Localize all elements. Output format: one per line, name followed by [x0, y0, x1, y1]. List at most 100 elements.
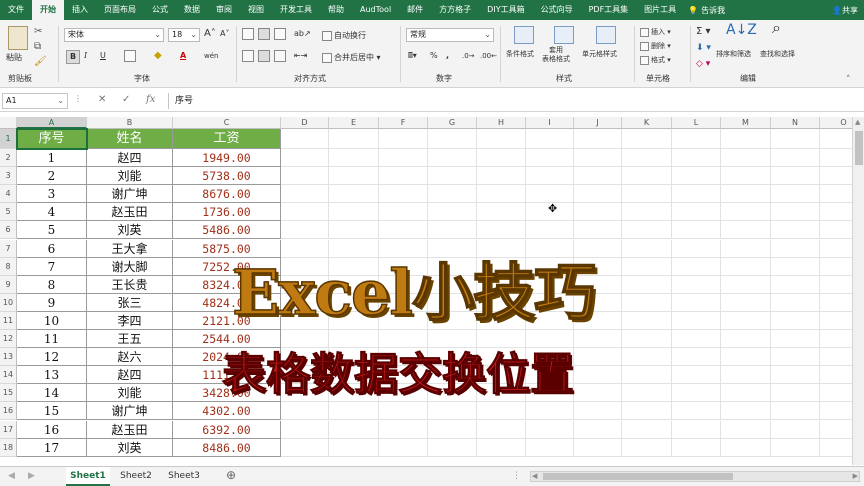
index-cell[interactable]: 12	[17, 348, 87, 367]
table-format-icon[interactable]	[554, 26, 574, 44]
grid-cell[interactable]	[771, 330, 820, 349]
menu-tab-8[interactable]: 开发工具	[272, 0, 320, 20]
grid-cell[interactable]	[622, 311, 672, 330]
grid-cell[interactable]	[428, 221, 477, 240]
grid-cell[interactable]	[428, 402, 477, 421]
column-header[interactable]: C	[173, 117, 281, 129]
column-header[interactable]: G	[428, 117, 477, 129]
font-name-select[interactable]: 宋体 ⌄	[64, 28, 164, 42]
salary-cell[interactable]: 8676.00	[173, 185, 281, 204]
grid-cell[interactable]	[721, 167, 771, 186]
grid-cell[interactable]	[622, 438, 672, 457]
row-header[interactable]: 6	[0, 221, 17, 240]
bold-button[interactable]: B	[66, 50, 81, 64]
grid-cell[interactable]	[379, 203, 428, 222]
grid-cell[interactable]	[820, 203, 852, 222]
grid-cell[interactable]	[721, 149, 771, 168]
name-cell[interactable]: 谢广坤	[87, 185, 173, 204]
grid-cell[interactable]	[672, 402, 721, 421]
cut-icon[interactable]: ✂	[34, 26, 42, 38]
grid-cell[interactable]	[721, 330, 771, 349]
grid-cell[interactable]	[428, 438, 477, 457]
grid-cell[interactable]	[672, 366, 721, 385]
grid-cell[interactable]	[771, 257, 820, 276]
grid-cell[interactable]	[574, 438, 622, 457]
split-handle-icon[interactable]: ⋮	[512, 471, 521, 481]
column-header[interactable]: E	[329, 117, 379, 129]
text-orientation-icon[interactable]: ab↗	[294, 28, 311, 40]
grid-cell[interactable]	[820, 129, 852, 149]
grid-cell[interactable]	[622, 293, 672, 312]
menu-tab-4[interactable]: 公式	[144, 0, 176, 20]
menu-tab-14[interactable]: 公式向导	[533, 0, 581, 20]
grid-cell[interactable]	[526, 438, 574, 457]
grid-cell[interactable]	[672, 257, 721, 276]
scroll-up-icon[interactable]: ▲	[855, 118, 860, 126]
grid-cell[interactable]	[622, 275, 672, 294]
grid-cell[interactable]	[721, 257, 771, 276]
grid-cell[interactable]	[477, 129, 526, 149]
grid-cell[interactable]	[574, 185, 622, 204]
index-cell[interactable]: 15	[17, 402, 87, 421]
font-grow-button[interactable]: A˄	[204, 28, 216, 40]
row-header[interactable]: 7	[0, 239, 17, 258]
name-box[interactable]: A1 ⌄	[2, 93, 68, 109]
grid-cell[interactable]	[379, 420, 428, 439]
menu-tab-5[interactable]: 数据	[176, 0, 208, 20]
grid-cell[interactable]	[281, 129, 329, 149]
grid-cell[interactable]	[771, 420, 820, 439]
grid-cell[interactable]	[281, 438, 329, 457]
horizontal-scroll-thumb[interactable]	[543, 473, 733, 480]
font-shrink-button[interactable]: A˅	[220, 28, 229, 40]
grid-cell[interactable]	[721, 221, 771, 240]
underline-button[interactable]: U	[100, 50, 106, 62]
grid-cell[interactable]	[771, 384, 820, 403]
grid-cell[interactable]	[820, 149, 852, 168]
insert-cells-button[interactable]: 插入 ▾	[640, 26, 671, 38]
index-cell[interactable]: 2	[17, 167, 87, 186]
grid-cell[interactable]	[672, 239, 721, 258]
grid-cell[interactable]	[672, 330, 721, 349]
grid-cell[interactable]	[771, 149, 820, 168]
find-select-icon[interactable]: ⌕	[772, 20, 781, 36]
delete-cells-button[interactable]: 删除 ▾	[640, 40, 671, 52]
salary-cell[interactable]: 4302.00	[173, 402, 281, 421]
select-all-corner[interactable]	[0, 117, 17, 129]
column-header[interactable]: M	[721, 117, 771, 129]
sort-filter-button[interactable]: 排序和筛选	[716, 48, 751, 60]
vertical-scrollbar[interactable]: ▲	[852, 117, 864, 465]
grid-cell[interactable]	[721, 239, 771, 258]
font-size-select[interactable]: 18 ⌄	[168, 28, 200, 42]
grid-cell[interactable]	[820, 294, 852, 312]
grid-cell[interactable]	[622, 420, 672, 439]
grid-cell[interactable]	[281, 420, 329, 439]
salary-cell[interactable]: 8486.00	[173, 438, 281, 457]
name-cell[interactable]: 刘英	[87, 221, 173, 240]
indent-icon[interactable]: ⇤⇥	[294, 50, 307, 62]
grid-cell[interactable]	[379, 402, 428, 421]
autosum-icon[interactable]: Σ ▾	[696, 26, 711, 38]
grid-cell[interactable]	[281, 185, 329, 204]
row-header[interactable]: 13	[0, 348, 17, 367]
grid-cell[interactable]	[771, 185, 820, 204]
vertical-scroll-thumb[interactable]	[855, 131, 863, 165]
grid-cell[interactable]	[672, 348, 721, 367]
grid-cell[interactable]	[672, 293, 721, 312]
column-header[interactable]: D	[281, 117, 329, 129]
index-cell[interactable]: 11	[17, 330, 87, 349]
column-header[interactable]: H	[477, 117, 526, 129]
index-cell[interactable]: 14	[17, 384, 87, 403]
grid-cell[interactable]	[721, 275, 771, 294]
grid-cell[interactable]	[329, 438, 379, 457]
grid-cell[interactable]	[574, 366, 622, 385]
column-header[interactable]: K	[622, 117, 672, 129]
grid-cell[interactable]	[721, 185, 771, 204]
grid-cell[interactable]	[820, 276, 852, 294]
grid-cell[interactable]	[281, 221, 329, 240]
column-header[interactable]: L	[672, 117, 721, 129]
format-painter-icon[interactable]: 🖌	[34, 56, 47, 68]
grid-cell[interactable]	[771, 203, 820, 222]
grid-cell[interactable]	[622, 185, 672, 204]
formula-input[interactable]: 序号	[168, 93, 862, 109]
grid-cell[interactable]	[477, 221, 526, 240]
